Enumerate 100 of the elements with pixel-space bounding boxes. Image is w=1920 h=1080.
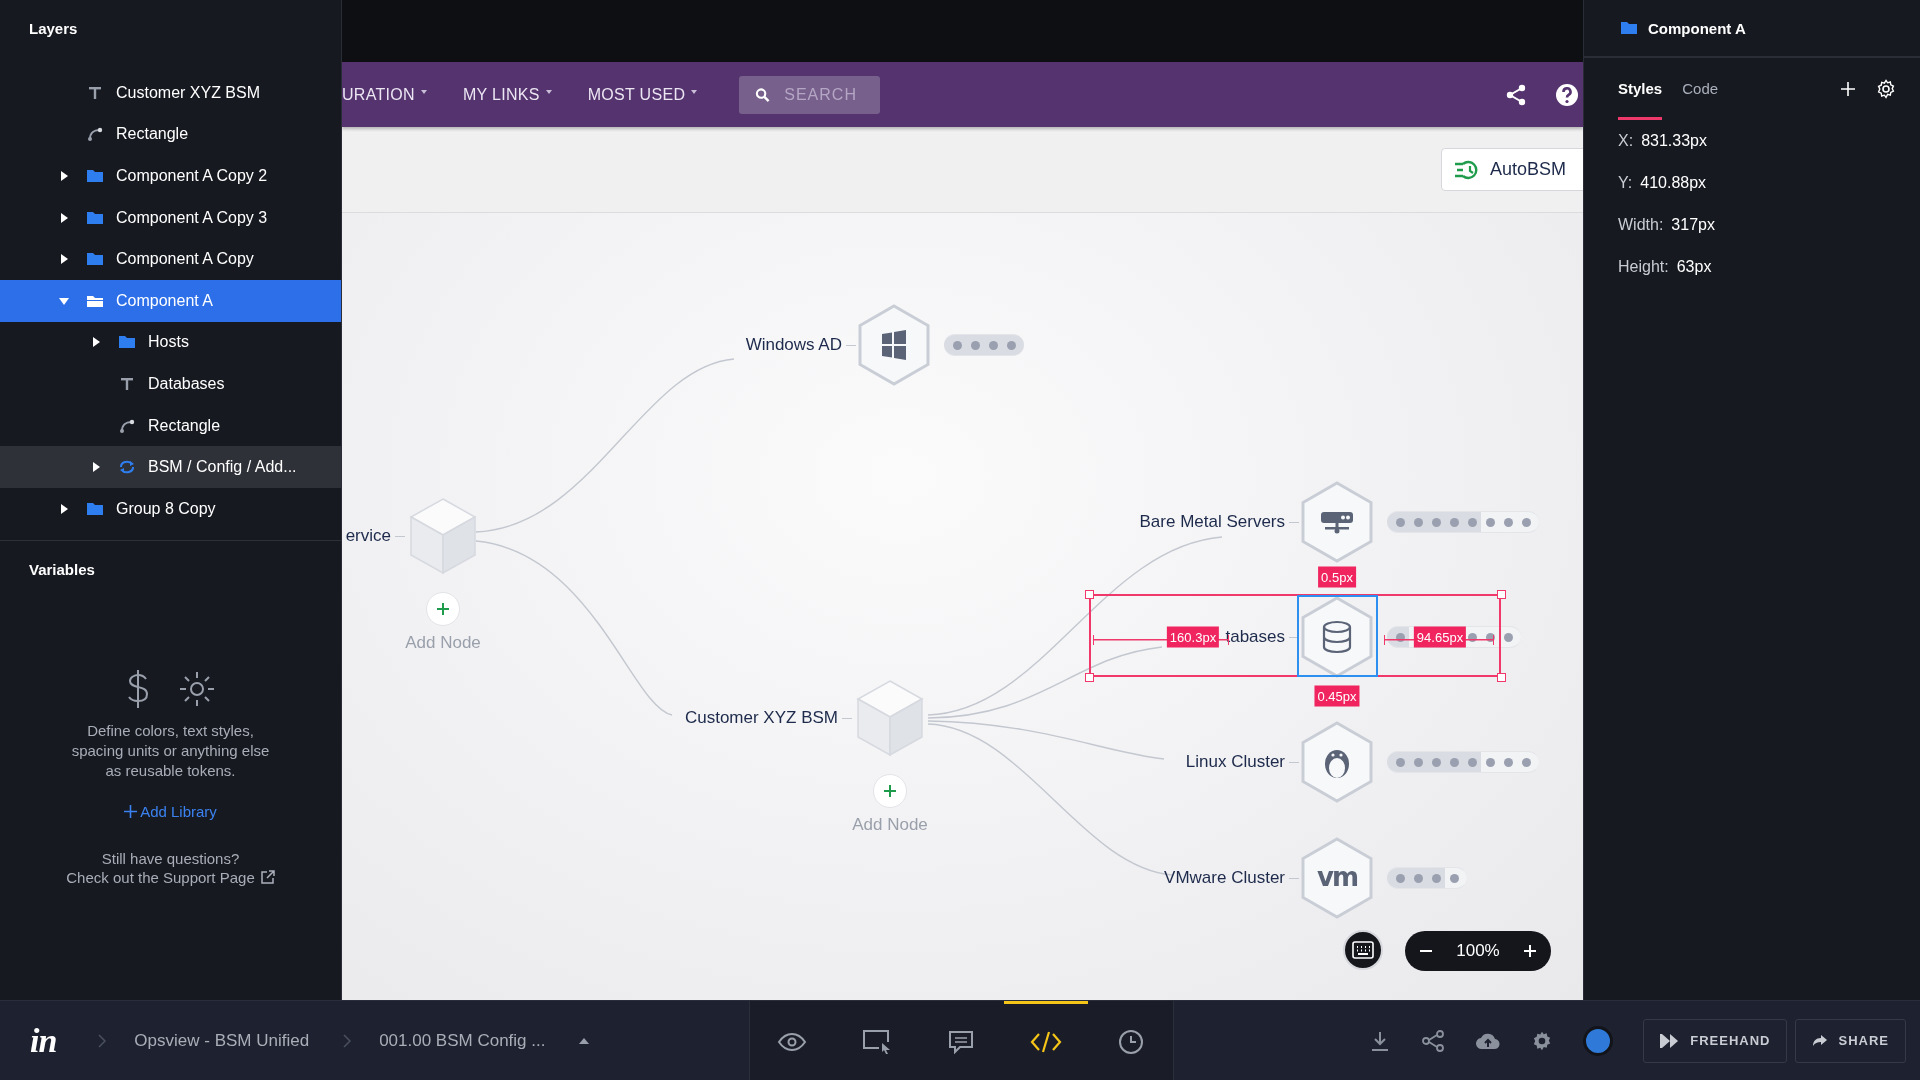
caret-icon — [691, 89, 698, 94]
external-link-icon — [260, 870, 275, 885]
server-icon — [1321, 512, 1353, 534]
node-label: VMware Cluster — [1164, 868, 1285, 888]
open-folder-icon — [86, 293, 104, 308]
folder-icon — [118, 335, 136, 350]
auto-discover-icon — [1453, 158, 1480, 181]
search-icon — [755, 86, 771, 103]
logo[interactable]: in — [30, 1021, 57, 1060]
folder-icon — [1620, 21, 1638, 35]
folder-icon — [86, 501, 104, 516]
add-node-button[interactable] — [426, 592, 460, 626]
layer-item[interactable]: Hosts — [0, 321, 341, 364]
keyboard-button[interactable] — [1343, 930, 1383, 970]
search-input[interactable]: SEARCH — [784, 85, 865, 104]
layer-item[interactable]: Rectangle — [0, 404, 341, 447]
measure-label: 0.45px — [1314, 685, 1360, 707]
share-icon[interactable] — [1421, 1029, 1446, 1052]
layer-item[interactable]: Rectangle — [0, 113, 341, 156]
text-layer-icon — [118, 376, 136, 391]
selection-handle[interactable] — [1497, 673, 1506, 682]
property-value: 63px — [1676, 258, 1712, 276]
add-node-button[interactable] — [873, 774, 907, 808]
panel-title: Variables — [28, 559, 96, 580]
plus-icon — [124, 804, 138, 818]
penguin-icon — [1325, 750, 1349, 778]
freehand-button[interactable]: FREEHAND — [1643, 1018, 1788, 1063]
search-field[interactable]: SEARCH — [739, 75, 881, 114]
nav-menu[interactable]: MOST USED — [587, 85, 698, 104]
caret-right-icon[interactable] — [90, 336, 102, 349]
property-value: 410.88px — [1640, 174, 1707, 192]
windows-icon — [882, 330, 906, 360]
layer-item[interactable]: Component A Copy 2 — [0, 155, 341, 197]
layer-item[interactable]: Group 8 Copy — [0, 487, 341, 530]
node-label: Windows AD — [745, 335, 842, 355]
zoom-level: 100% — [1456, 941, 1500, 961]
support-page-link[interactable]: Check out the Support Page — [66, 868, 275, 886]
share-arrow-icon — [1812, 1033, 1829, 1048]
selection-handle[interactable] — [1085, 590, 1094, 599]
caret-right-icon[interactable] — [58, 502, 70, 515]
selection-handle[interactable] — [1085, 673, 1094, 682]
nav-menu[interactable]: URATION — [342, 85, 427, 104]
node-hexagon[interactable] — [1301, 837, 1373, 919]
zoom-in-icon[interactable] — [1523, 944, 1537, 958]
layer-item[interactable]: Databases — [0, 363, 341, 405]
text-layer-icon — [86, 85, 104, 100]
chevron-right-icon — [98, 1033, 107, 1048]
help-text: Still have questions? — [101, 849, 240, 867]
breadcrumb[interactable]: 001.00 BSM Config ... — [379, 1030, 546, 1051]
layer-item[interactable]: Component A Copy — [0, 238, 341, 280]
caret-right-icon[interactable] — [58, 253, 70, 266]
plus-icon[interactable] — [1840, 81, 1856, 97]
database-icon — [1322, 620, 1352, 654]
tab[interactable]: Code — [1682, 58, 1719, 120]
caret-up-icon[interactable] — [579, 1037, 590, 1044]
caret-right-icon[interactable] — [58, 170, 70, 182]
share-button[interactable]: SHARE — [1795, 1018, 1906, 1063]
plus-icon — [437, 603, 449, 615]
help-icon[interactable] — [1555, 82, 1579, 107]
property-value: 831.33px — [1641, 132, 1707, 150]
folder-icon — [86, 210, 104, 225]
autobsm-button[interactable]: AutoBSM — [1440, 148, 1583, 191]
tab[interactable]: Styles — [1618, 58, 1663, 120]
caret-icon — [545, 89, 552, 94]
breadcrumb[interactable]: Opsview - BSM Unified — [134, 1030, 310, 1051]
nav-menu[interactable]: MY LINKS — [462, 85, 552, 104]
layer-item[interactable]: Component A Copy 3 — [0, 196, 341, 239]
measure-label: 160.3px — [1166, 626, 1220, 648]
property-label: Y: — [1618, 174, 1633, 192]
clock-icon — [1117, 1029, 1144, 1055]
eye-icon — [777, 1032, 808, 1052]
code-icon — [1030, 1031, 1063, 1053]
property-value: 317px — [1671, 216, 1715, 234]
plus-icon — [884, 785, 896, 797]
folder-icon — [86, 169, 104, 183]
measure-label: 0.5px — [1318, 566, 1356, 588]
empty-state-text: Define colors, text styles, spacing units or anything else as reusable tokens. — [70, 720, 271, 781]
layer-item[interactable]: BSM / Config / Add... — [0, 446, 341, 488]
caret-right-icon[interactable] — [58, 211, 70, 224]
share-icon[interactable] — [1505, 83, 1527, 106]
node-label: tabases — [1225, 627, 1285, 647]
caret-right-icon[interactable] — [90, 461, 102, 474]
layer-item[interactable]: Component A — [0, 279, 341, 322]
sync-icon — [118, 460, 136, 475]
node-hexagon[interactable] — [1301, 481, 1373, 563]
chevron-right-icon — [343, 1033, 352, 1048]
property-label: Height: — [1618, 258, 1669, 276]
selection-handle[interactable] — [1497, 590, 1506, 599]
user-avatar[interactable] — [1583, 1025, 1614, 1056]
screen-cursor-icon — [861, 1029, 892, 1055]
node-label: Linux Cluster — [1185, 752, 1285, 772]
add-library-link[interactable]: Add Library — [124, 802, 217, 820]
settings-icon[interactable] — [1876, 79, 1896, 99]
layer-item[interactable]: Customer XYZ BSM — [0, 72, 341, 114]
node-label: Customer XYZ BSM — [684, 708, 838, 728]
add-node-label: Add Node — [852, 815, 928, 835]
property-label: X: — [1618, 132, 1634, 150]
panel-title: Component A — [1648, 19, 1746, 37]
panel-title: Layers — [28, 19, 79, 39]
node-label: ervice — [345, 526, 391, 546]
